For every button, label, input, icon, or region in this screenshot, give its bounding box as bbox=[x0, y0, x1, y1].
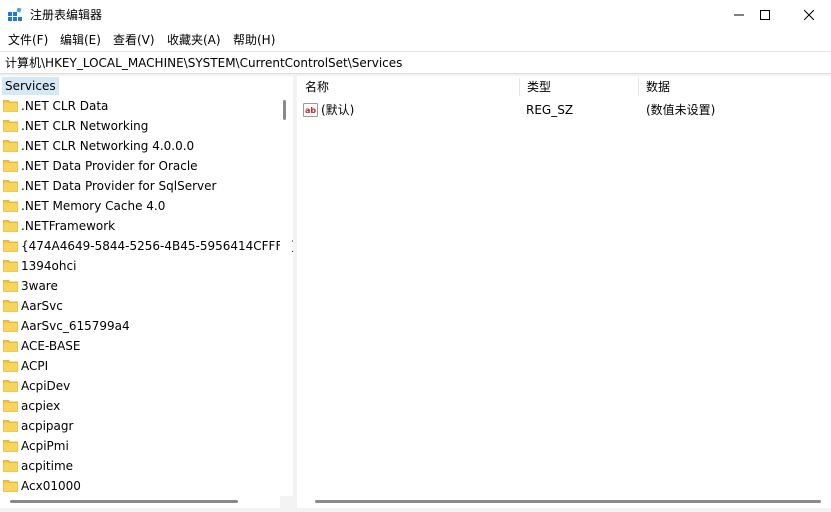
tree-item-label: 3ware bbox=[21, 279, 58, 293]
maximize-icon bbox=[760, 10, 770, 20]
tree-item-label: acpiex bbox=[21, 399, 61, 413]
tree-item[interactable]: AcpiPmi bbox=[0, 436, 280, 456]
window-title: 注册表编辑器 bbox=[30, 8, 103, 22]
tree-item[interactable]: {474A4649-5844-5256-4B45-5956414CFFFE} bbox=[0, 236, 293, 256]
tree-item[interactable]: acpitime bbox=[0, 456, 280, 476]
tree-item[interactable]: acpipagr bbox=[0, 416, 280, 436]
folder-icon bbox=[3, 220, 18, 232]
tree-item-label: .NET Data Provider for SqlServer bbox=[21, 179, 217, 193]
tree-vertical-scroll-thumb[interactable] bbox=[283, 100, 286, 120]
folder-icon bbox=[3, 260, 18, 272]
list-horizontal-scrollbar[interactable] bbox=[297, 496, 831, 508]
tree-item[interactable]: 1394ohci bbox=[0, 256, 280, 276]
tree-item-label: .NET CLR Networking 4.0.0.0 bbox=[21, 139, 195, 153]
folder-icon bbox=[3, 240, 18, 252]
tree-item-label: 1394ohci bbox=[21, 259, 77, 273]
title-bar: 注册表编辑器 bbox=[0, 0, 831, 30]
folder-icon bbox=[3, 180, 18, 192]
folder-icon bbox=[3, 100, 18, 112]
menu-favorites[interactable]: 收藏夹(A) bbox=[167, 33, 221, 48]
key-tree[interactable]: Services .NET CLR Data .NET CLR Networkin… bbox=[0, 76, 293, 496]
window-bottom-edge bbox=[0, 508, 831, 512]
tree-item[interactable]: acpiex bbox=[0, 396, 280, 416]
folder-icon bbox=[3, 300, 18, 312]
folder-icon bbox=[3, 200, 18, 212]
tree-item[interactable]: .NET Memory Cache 4.0 bbox=[0, 196, 280, 216]
tree-item-label: AarSvc bbox=[21, 299, 63, 313]
value-data: (数值未设置) bbox=[646, 103, 716, 117]
menu-file[interactable]: 文件(F) bbox=[8, 33, 48, 48]
tree-horizontal-scrollbar[interactable] bbox=[0, 496, 280, 508]
tree-item-label: .NET CLR Networking bbox=[21, 119, 149, 133]
tree-item-label: acpipagr bbox=[21, 419, 74, 433]
tree-item-label: .NET Data Provider for Oracle bbox=[21, 159, 198, 173]
tree-item-label: ACE-BASE bbox=[21, 339, 81, 353]
regedit-icon bbox=[8, 8, 22, 21]
tree-horizontal-scroll-thumb[interactable] bbox=[10, 500, 238, 503]
scrollbar-corner bbox=[280, 496, 292, 508]
folder-icon bbox=[3, 340, 18, 352]
tree-item-label: .NET Memory Cache 4.0 bbox=[21, 199, 166, 213]
tree-item[interactable]: AcpiDev bbox=[0, 376, 280, 396]
value-name: (默认) bbox=[321, 103, 355, 117]
folder-icon bbox=[3, 280, 18, 292]
menu-view[interactable]: 查看(V) bbox=[113, 33, 155, 48]
tree-item[interactable]: .NET Data Provider for Oracle bbox=[0, 156, 280, 176]
tree-item[interactable]: .NET CLR Networking 4.0.0.0 bbox=[0, 136, 280, 156]
tree-item[interactable]: ACE-BASE bbox=[0, 336, 280, 356]
folder-icon bbox=[3, 120, 18, 132]
list-horizontal-scroll-thumb[interactable] bbox=[315, 500, 821, 503]
address-bar[interactable]: 计算机\HKEY_LOCAL_MACHINE\SYSTEM\CurrentCon… bbox=[0, 51, 831, 74]
tree-item-label: .NET CLR Data bbox=[21, 99, 109, 113]
tree-item[interactable]: .NET CLR Networking bbox=[0, 116, 280, 136]
folder-icon bbox=[3, 140, 18, 152]
value-type: REG_SZ bbox=[526, 103, 574, 117]
tree-item-label: Acx01000 bbox=[21, 479, 81, 493]
address-path[interactable]: 计算机\HKEY_LOCAL_MACHINE\SYSTEM\CurrentCon… bbox=[5, 56, 402, 70]
close-button[interactable] bbox=[786, 0, 831, 30]
tree-item-label: acpitime bbox=[21, 459, 74, 473]
tree-item-label: {474A4649-5844-5256-4B45-5956414CFFFE} bbox=[21, 239, 293, 253]
tree-item-label: AcpiDev bbox=[21, 379, 71, 393]
folder-icon bbox=[3, 380, 18, 392]
folder-icon bbox=[3, 440, 18, 452]
column-header-name[interactable]: 名称 bbox=[297, 76, 329, 98]
tree-item[interactable]: AarSvc_615799a4 bbox=[0, 316, 280, 336]
tree-item[interactable]: ACPI bbox=[0, 356, 280, 376]
folder-icon bbox=[3, 420, 18, 432]
tree-item[interactable]: AarSvc bbox=[0, 296, 280, 316]
column-header-type[interactable]: 类型 bbox=[519, 76, 551, 98]
maximize-button[interactable] bbox=[742, 0, 788, 30]
tree-item[interactable]: .NET Data Provider for SqlServer bbox=[0, 176, 280, 196]
tree-item[interactable]: 3ware bbox=[0, 276, 280, 296]
tree-item[interactable]: .NETFramework bbox=[0, 216, 280, 236]
folder-icon bbox=[3, 360, 18, 372]
menu-bar: 文件(F) 编辑(E) 查看(V) 收藏夹(A) 帮助(H) bbox=[0, 30, 831, 51]
folder-icon bbox=[3, 460, 18, 472]
close-icon bbox=[804, 10, 814, 20]
folder-icon bbox=[3, 480, 18, 492]
tree-item-label: AarSvc_615799a4 bbox=[21, 319, 130, 333]
list-item[interactable]: (默认) REG_SZ (数值未设置) bbox=[297, 100, 831, 120]
tree-item[interactable]: Acx01000 bbox=[0, 476, 280, 496]
tree-item-label: AcpiPmi bbox=[21, 439, 69, 453]
value-list[interactable]: 名称 类型 数据 ab (默认) REG_SZ (数值未设置) bbox=[297, 76, 831, 508]
tree-root-services[interactable]: Services bbox=[2, 77, 59, 95]
menu-help[interactable]: 帮助(H) bbox=[233, 33, 275, 48]
list-header: 名称 类型 数据 bbox=[297, 76, 831, 98]
folder-icon bbox=[3, 160, 18, 172]
tree-item-label: .NETFramework bbox=[21, 219, 116, 233]
column-header-data[interactable]: 数据 bbox=[638, 76, 670, 98]
tree-item-label: ACPI bbox=[21, 359, 49, 373]
menu-edit[interactable]: 编辑(E) bbox=[60, 33, 101, 48]
folder-icon bbox=[3, 320, 18, 332]
tree-item[interactable]: .NET CLR Data bbox=[0, 96, 280, 116]
folder-icon bbox=[3, 400, 18, 412]
tree-vertical-scrollbar[interactable] bbox=[280, 76, 292, 496]
